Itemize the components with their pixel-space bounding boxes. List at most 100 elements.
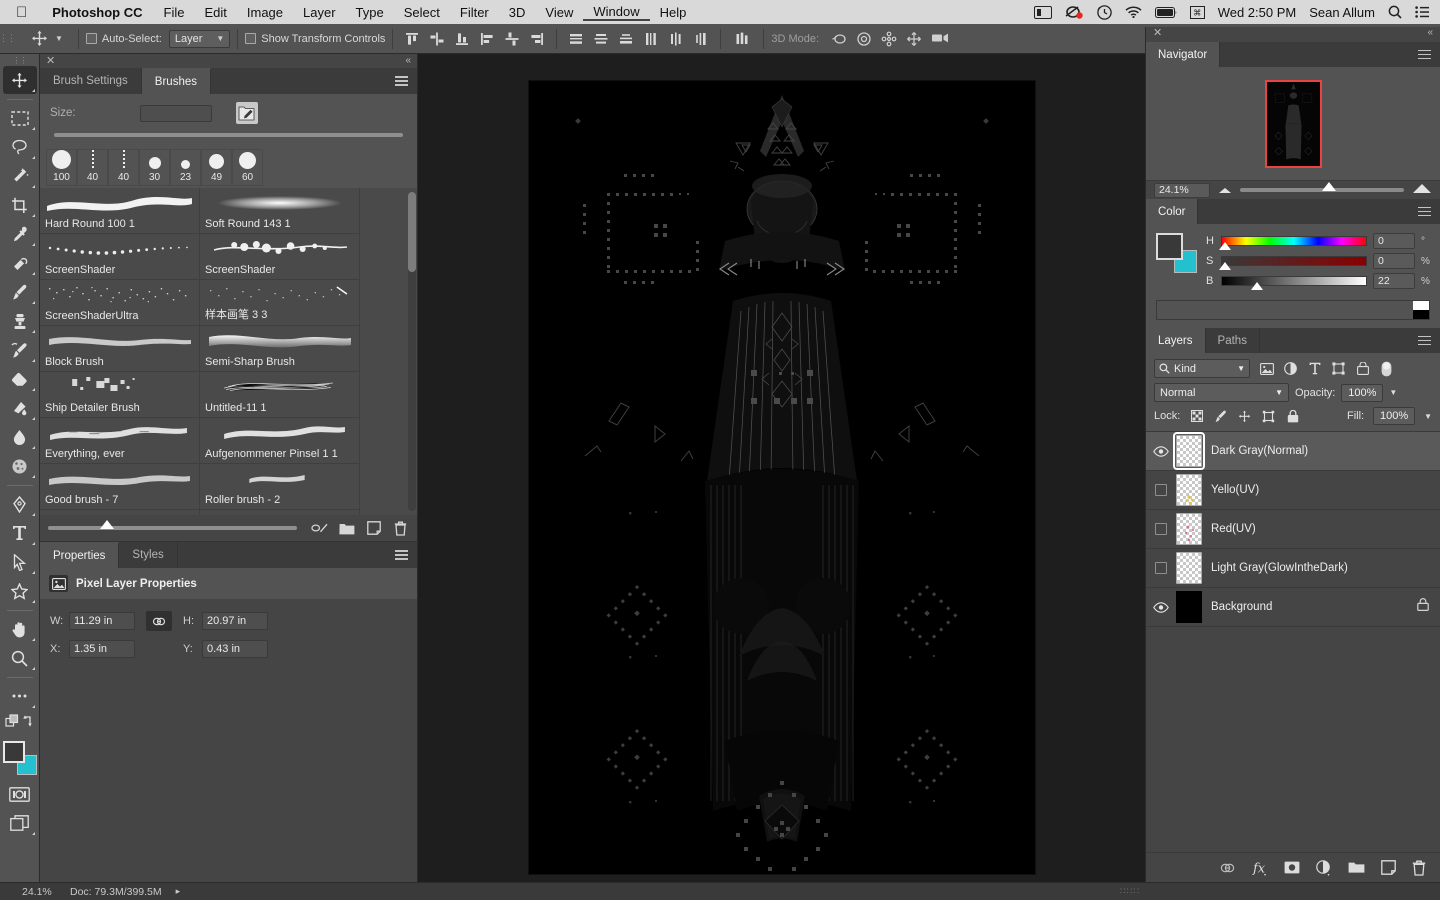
auto-select-checkbox[interactable]: [85, 33, 97, 44]
control-center-icon[interactable]: [1415, 6, 1430, 18]
color-swatches[interactable]: [2, 740, 38, 776]
menu-clock[interactable]: Wed 2:50 PM: [1218, 5, 1297, 20]
menu-window[interactable]: Window: [583, 4, 650, 21]
tool-zoom[interactable]: [3, 644, 37, 672]
menu-layer[interactable]: Layer: [293, 5, 346, 20]
new-brush-preset-icon[interactable]: [235, 102, 258, 124]
filter-pixel-icon[interactable]: [1259, 362, 1274, 375]
layer-visibility-toggle[interactable]: [1146, 445, 1176, 457]
layers-menu-button[interactable]: [1418, 328, 1440, 353]
brush-preset[interactable]: 30: [139, 149, 170, 186]
tab-brushes[interactable]: Brushes: [141, 68, 211, 94]
brush-panel-menu-button[interactable]: [395, 68, 417, 94]
tool-type[interactable]: [3, 519, 37, 547]
opacity-value[interactable]: 100%: [1341, 383, 1384, 402]
roll-3d-icon[interactable]: [856, 31, 872, 47]
y-input[interactable]: 0.43 in: [202, 640, 268, 658]
brush-preset[interactable]: 40: [108, 149, 139, 186]
foreground-color-swatch[interactable]: [2, 741, 25, 763]
link-dimensions-icon[interactable]: [146, 611, 172, 631]
tab-styles[interactable]: Styles: [119, 542, 178, 568]
properties-panel-menu-button[interactable]: [395, 542, 417, 568]
battery-icon[interactable]: [1154, 6, 1177, 18]
black-white-swatches[interactable]: [1413, 301, 1429, 319]
menu-edit[interactable]: Edit: [194, 5, 236, 20]
distribute-top-edges-icon[interactable]: [568, 31, 584, 47]
layer-row-yellow-uv[interactable]: Yello(UV): [1146, 471, 1440, 510]
brightness-slider[interactable]: [1221, 276, 1367, 290]
slide-3d-icon[interactable]: [906, 31, 922, 47]
status-document-info[interactable]: Doc: 79.3M/399.5M: [54, 886, 162, 898]
layer-thumbnail[interactable]: [1176, 474, 1202, 506]
link-layers-icon[interactable]: [1219, 863, 1236, 873]
layer-name[interactable]: Yello(UV): [1211, 484, 1259, 496]
tool-screen-mode[interactable]: [3, 809, 37, 837]
lock-all-icon[interactable]: [1285, 409, 1300, 423]
menu-type[interactable]: Type: [346, 5, 394, 20]
canvas-area[interactable]: [418, 54, 1145, 882]
tool-edit-toolbar[interactable]: [3, 682, 37, 710]
lock-image-pixels-icon[interactable]: [1213, 410, 1228, 423]
height-input[interactable]: 20.97 in: [202, 612, 268, 630]
width-input[interactable]: 11.29 in: [69, 612, 135, 630]
brush-item[interactable]: Block Brush: [40, 326, 200, 372]
zoom-in-icon[interactable]: [1412, 181, 1432, 199]
layer-visibility-toggle[interactable]: [1146, 523, 1176, 535]
tab-layers[interactable]: Layers: [1146, 328, 1206, 353]
align-vertical-centers-icon[interactable]: [429, 31, 445, 47]
time-machine-icon[interactable]: [1096, 4, 1112, 20]
layer-list[interactable]: Dark Gray(Normal) Yello(UV) Red(UV) Ligh…: [1146, 431, 1440, 852]
brush-item[interactable]: ScreenShader: [40, 234, 200, 280]
layer-style-fx-icon[interactable]: fx: [1252, 860, 1268, 876]
tool-brush[interactable]: [3, 278, 37, 306]
tool-dodge[interactable]: [3, 452, 37, 480]
options-bar-grip[interactable]: ⋮⋮: [0, 24, 16, 54]
layer-row-red-uv[interactable]: Red(UV): [1146, 510, 1440, 549]
brush-item[interactable]: 样本画笔 3 3: [200, 280, 360, 326]
layer-thumbnail[interactable]: [1176, 591, 1202, 623]
hue-value[interactable]: 0: [1373, 233, 1415, 249]
tool-quick-mask[interactable]: [3, 780, 37, 808]
layer-row-light-gray[interactable]: Light Gray(GlowIntheDark): [1146, 549, 1440, 588]
input-source-icon[interactable]: ⌘: [1189, 5, 1205, 19]
layer-name[interactable]: Red(UV): [1211, 523, 1256, 535]
brush-item[interactable]: Roller brush - 2: [200, 464, 360, 510]
fill-chevron-icon[interactable]: ▼: [1424, 412, 1432, 421]
filter-shape-icon[interactable]: [1331, 362, 1346, 375]
saturation-slider[interactable]: [1219, 256, 1367, 270]
brush-item[interactable]: Aufgenommener Pinsel 1 1: [200, 418, 360, 464]
menu-view[interactable]: View: [535, 5, 583, 20]
drag-3d-icon[interactable]: [881, 31, 897, 47]
tool-path-selection[interactable]: [3, 548, 37, 576]
tool-eyedropper[interactable]: [3, 220, 37, 248]
distribute-left-edges-icon[interactable]: [643, 31, 659, 47]
brush-preset[interactable]: 23: [170, 149, 201, 186]
tool-spot-healing-brush[interactable]: [3, 249, 37, 277]
x-input[interactable]: 1.35 in: [69, 640, 135, 658]
tool-magic-wand[interactable]: [3, 162, 37, 190]
tab-color[interactable]: Color: [1146, 199, 1199, 224]
fill-value[interactable]: 100%: [1373, 407, 1416, 425]
close-icon[interactable]: ✕: [1153, 26, 1162, 39]
window-resize-grip[interactable]: ∷∷∷: [1120, 886, 1140, 897]
brush-list-scrollbar[interactable]: [408, 192, 416, 511]
filter-type-icon[interactable]: [1307, 362, 1322, 375]
brush-item[interactable]: ScreenShader: [200, 234, 360, 280]
tool-eraser[interactable]: [3, 365, 37, 393]
lock-transparent-pixels-icon[interactable]: [1189, 410, 1204, 422]
scale-3d-icon[interactable]: [931, 31, 949, 47]
brush-size-slider[interactable]: [54, 133, 403, 137]
screen-mirroring-icon[interactable]: [1033, 5, 1052, 19]
apple-logo-icon[interactable]: : [0, 5, 41, 20]
lock-position-icon[interactable]: [1237, 410, 1252, 423]
new-layer-icon[interactable]: [1381, 860, 1396, 875]
tool-custom-shape[interactable]: [3, 577, 37, 605]
brush-item[interactable]: Hard Round 100 1: [40, 188, 200, 234]
spotlight-search-icon[interactable]: [1388, 5, 1402, 19]
status-zoom-level[interactable]: 24.1%: [0, 886, 54, 898]
distribute-right-edges-icon[interactable]: [693, 31, 709, 47]
navigator-zoom-slider[interactable]: [1240, 182, 1404, 192]
menu-select[interactable]: Select: [394, 5, 450, 20]
layer-row-background[interactable]: Background: [1146, 588, 1440, 627]
brush-list[interactable]: Hard Round 100 1 Soft Round 143 1 Screen…: [40, 188, 417, 515]
